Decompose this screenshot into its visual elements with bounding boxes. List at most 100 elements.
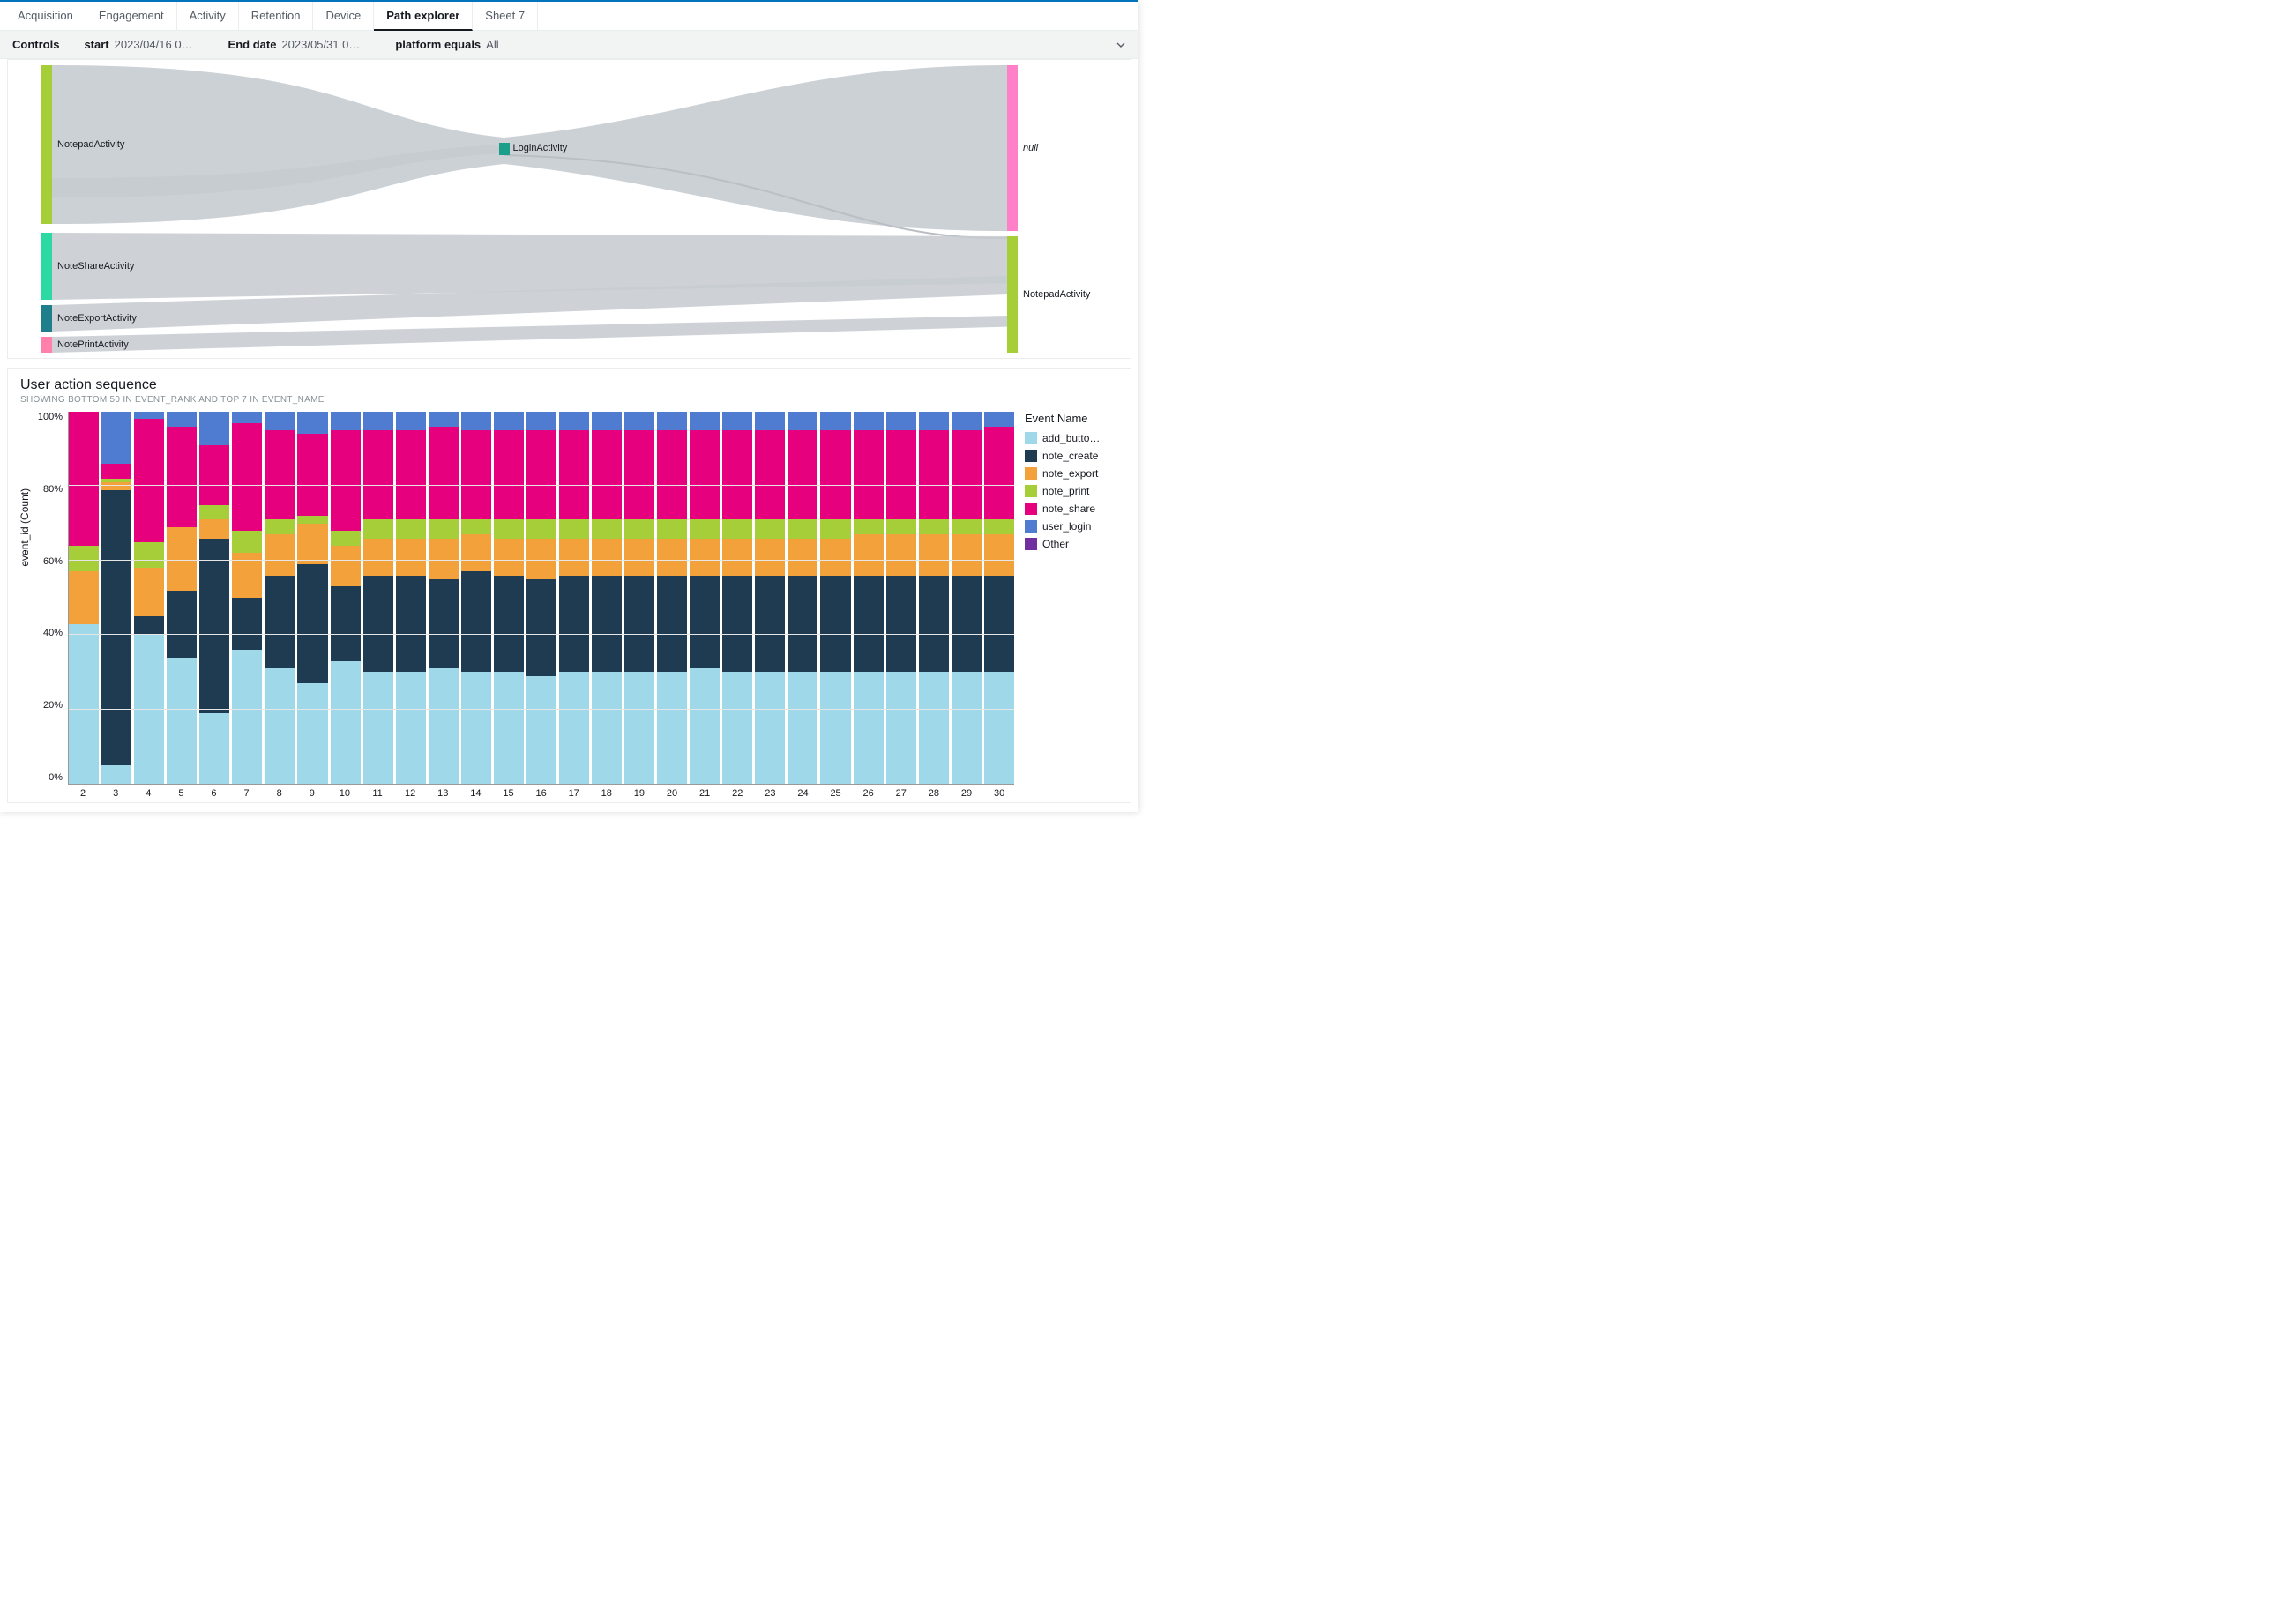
bar-column[interactable] [854,412,884,784]
bar-segment-note_share[interactable] [167,427,197,527]
bar-segment-add_button[interactable] [167,658,197,784]
bar-segment-user_login[interactable] [101,412,131,464]
bar-segment-note_print[interactable] [788,519,817,538]
bar-segment-add_button[interactable] [265,668,295,784]
tab-sheet-7[interactable]: Sheet 7 [473,2,538,30]
bar-segment-note_print[interactable] [952,519,982,534]
bar-segment-note_share[interactable] [722,430,752,519]
bar-segment-user_login[interactable] [820,412,850,430]
bar-segment-user_login[interactable] [624,412,654,430]
bar-segment-add_button[interactable] [657,672,687,784]
bar-segment-note_share[interactable] [461,430,491,519]
bar-segment-note_share[interactable] [657,430,687,519]
tab-path-explorer[interactable]: Path explorer [374,2,473,31]
bar-segment-note_export[interactable] [984,534,1014,575]
bar-segment-note_print[interactable] [690,519,720,538]
bar-column[interactable] [722,412,752,784]
bar-column[interactable] [886,412,916,784]
bar-segment-note_create[interactable] [559,576,589,673]
legend-item-note_share[interactable]: note_share [1025,503,1118,515]
bar-segment-user_login[interactable] [788,412,817,430]
bar-segment-note_export[interactable] [886,534,916,575]
legend-item-user_login[interactable]: user_login [1025,520,1118,533]
bar-segment-note_create[interactable] [592,576,622,673]
bar-column[interactable] [788,412,817,784]
bar-column[interactable] [461,412,491,784]
bar-column[interactable] [624,412,654,784]
bar-segment-note_share[interactable] [624,430,654,519]
bar-column[interactable] [755,412,785,784]
bar-segment-note_share[interactable] [69,412,99,546]
bar-column[interactable] [952,412,982,784]
bar-segment-add_button[interactable] [69,624,99,784]
bar-segment-user_login[interactable] [331,412,361,430]
bar-segment-note_share[interactable] [494,430,524,519]
sankey-node[interactable] [499,143,510,155]
bar-segment-note_create[interactable] [690,576,720,669]
bar-segment-note_print[interactable] [331,531,361,546]
bar-segment-note_export[interactable] [461,534,491,571]
bar-segment-note_create[interactable] [919,576,949,673]
bar-segment-user_login[interactable] [722,412,752,430]
bar-column[interactable] [494,412,524,784]
bar-segment-user_login[interactable] [429,412,459,427]
tab-engagement[interactable]: Engagement [86,2,177,30]
bar-segment-note_print[interactable] [494,519,524,538]
bar-column[interactable] [526,412,556,784]
bar-segment-user_login[interactable] [952,412,982,430]
bar-column[interactable] [297,412,327,784]
legend-item-Other[interactable]: Other [1025,538,1118,550]
bar-column[interactable] [984,412,1014,784]
control-platform-equals[interactable]: platform equals All [395,38,498,51]
bar-segment-note_export[interactable] [690,539,720,576]
bar-segment-note_create[interactable] [657,576,687,673]
bar-segment-add_button[interactable] [232,650,262,784]
bar-segment-note_print[interactable] [592,519,622,538]
bar-segment-note_export[interactable] [788,539,817,576]
bar-segment-add_button[interactable] [396,672,426,784]
bar-segment-note_create[interactable] [167,591,197,658]
bar-segment-note_export[interactable] [134,568,164,616]
bar-segment-note_export[interactable] [919,534,949,575]
legend-item-note_print[interactable]: note_print [1025,485,1118,497]
bar-segment-note_share[interactable] [134,419,164,541]
bar-segment-note_share[interactable] [984,427,1014,520]
bar-segment-add_button[interactable] [559,672,589,784]
bar-segment-note_create[interactable] [396,576,426,673]
bar-column[interactable] [363,412,393,784]
bar-segment-note_export[interactable] [624,539,654,576]
bar-segment-user_login[interactable] [134,412,164,419]
tab-acquisition[interactable]: Acquisition [5,2,86,30]
bar-segment-user_login[interactable] [559,412,589,430]
bar-segment-note_print[interactable] [134,542,164,569]
bar-segment-add_button[interactable] [820,672,850,784]
bar-segment-note_export[interactable] [69,571,99,623]
bar-segment-note_create[interactable] [984,576,1014,673]
bar-segment-note_share[interactable] [559,430,589,519]
bar-segment-note_create[interactable] [429,579,459,668]
bar-segment-note_create[interactable] [297,564,327,683]
bar-column[interactable] [134,412,164,784]
bar-segment-user_login[interactable] [297,412,327,434]
bar-segment-user_login[interactable] [657,412,687,430]
bar-column[interactable] [199,412,229,784]
bar-segment-note_create[interactable] [624,576,654,673]
bar-segment-user_login[interactable] [232,412,262,423]
bar-segment-note_export[interactable] [297,524,327,564]
bar-segment-note_print[interactable] [199,505,229,520]
tab-activity[interactable]: Activity [177,2,239,30]
bar-segment-add_button[interactable] [101,765,131,784]
bar-segment-note_create[interactable] [331,586,361,660]
bar-column[interactable] [396,412,426,784]
bar-segment-note_export[interactable] [526,539,556,579]
bar-column[interactable] [265,412,295,784]
bar-segment-user_login[interactable] [526,412,556,430]
bar-segment-note_export[interactable] [559,539,589,576]
bar-segment-note_create[interactable] [820,576,850,673]
bar-segment-note_share[interactable] [952,430,982,519]
bar-segment-note_share[interactable] [429,427,459,520]
legend-item-add_butto[interactable]: add_butto… [1025,432,1118,444]
bar-column[interactable] [657,412,687,784]
bar-segment-note_share[interactable] [265,430,295,519]
bar-segment-note_share[interactable] [755,430,785,519]
